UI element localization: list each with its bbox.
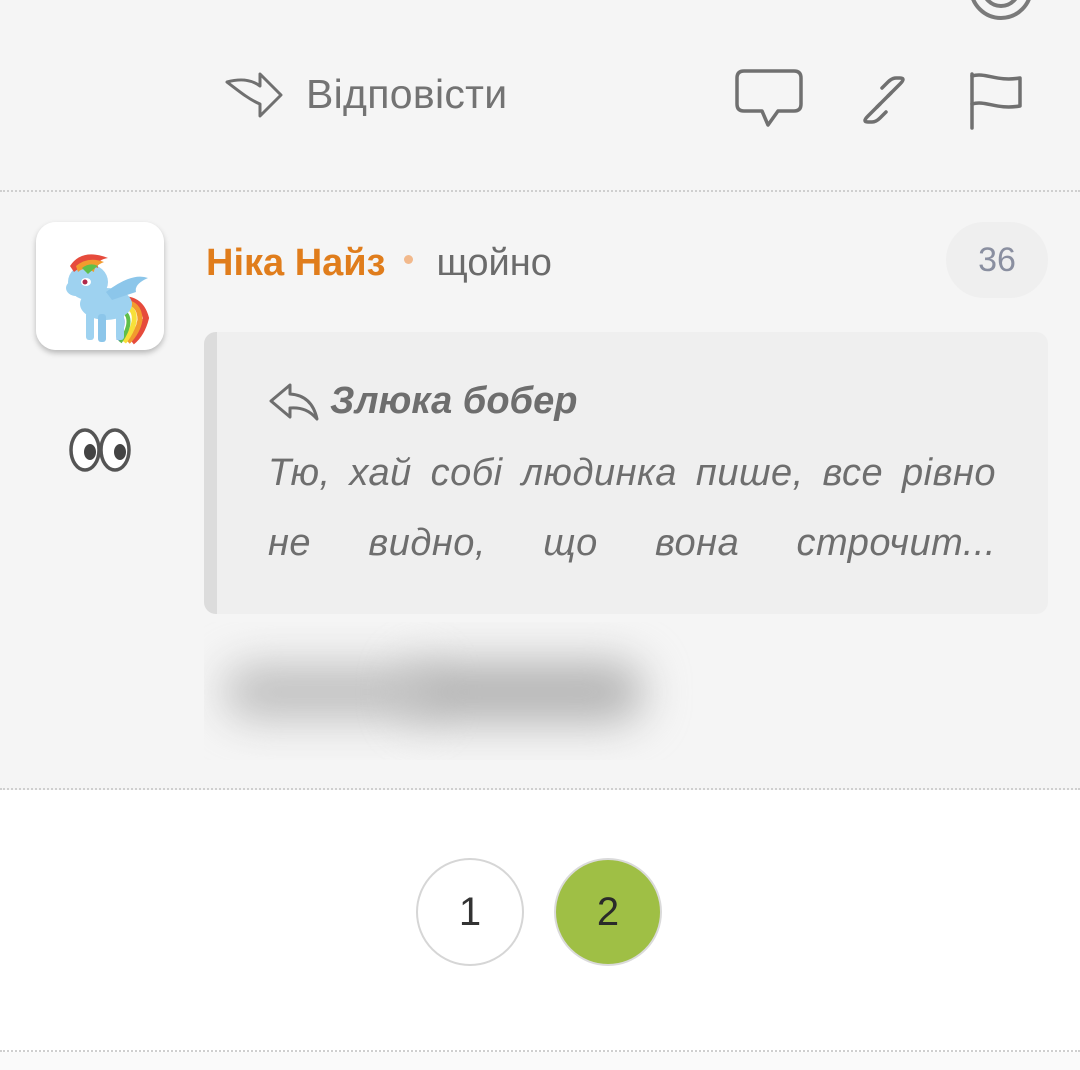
avatar[interactable] bbox=[36, 222, 164, 350]
pagination: 1 2 bbox=[0, 790, 1080, 1052]
reply-arrow-icon bbox=[224, 68, 284, 120]
comment-rating-badge[interactable]: 36 bbox=[946, 222, 1048, 298]
quote-text: Тю, хай собі людинка пише, все рівно не … bbox=[268, 452, 996, 564]
blur-shape bbox=[404, 662, 644, 722]
quote-author: Злюка бобер bbox=[268, 380, 577, 423]
quote-author-name: Злюка бобер bbox=[330, 380, 578, 422]
speech-bubble-icon[interactable] bbox=[734, 67, 804, 131]
post-actions-bar: Відповісти bbox=[0, 0, 1080, 190]
page-button-2-active[interactable]: 2 bbox=[554, 858, 662, 966]
reply-button[interactable]: Відповісти bbox=[224, 68, 507, 120]
flag-icon[interactable] bbox=[966, 70, 1026, 132]
bottom-strip bbox=[0, 1052, 1080, 1070]
blurred-comment-text bbox=[204, 622, 704, 760]
page-button-1[interactable]: 1 bbox=[416, 858, 524, 966]
comment-author[interactable]: Ніка Найз bbox=[206, 242, 386, 285]
reply-back-arrow-icon bbox=[268, 381, 320, 423]
comment-time: щойно bbox=[436, 241, 552, 284]
blur-shape bbox=[224, 666, 434, 718]
comment-header: Ніка Найз щойно bbox=[206, 238, 552, 288]
reply-label: Відповісти bbox=[306, 70, 508, 117]
link-icon[interactable] bbox=[856, 72, 912, 128]
separator-dot bbox=[403, 254, 413, 264]
divider bbox=[0, 190, 1080, 192]
eyes-icon[interactable] bbox=[68, 424, 132, 476]
quote-bar bbox=[204, 332, 217, 614]
quoted-message[interactable]: Злюка бобер Тю, хай собі людинка пише, в… bbox=[204, 332, 1048, 614]
partial-circle-icon[interactable] bbox=[966, 0, 1036, 26]
